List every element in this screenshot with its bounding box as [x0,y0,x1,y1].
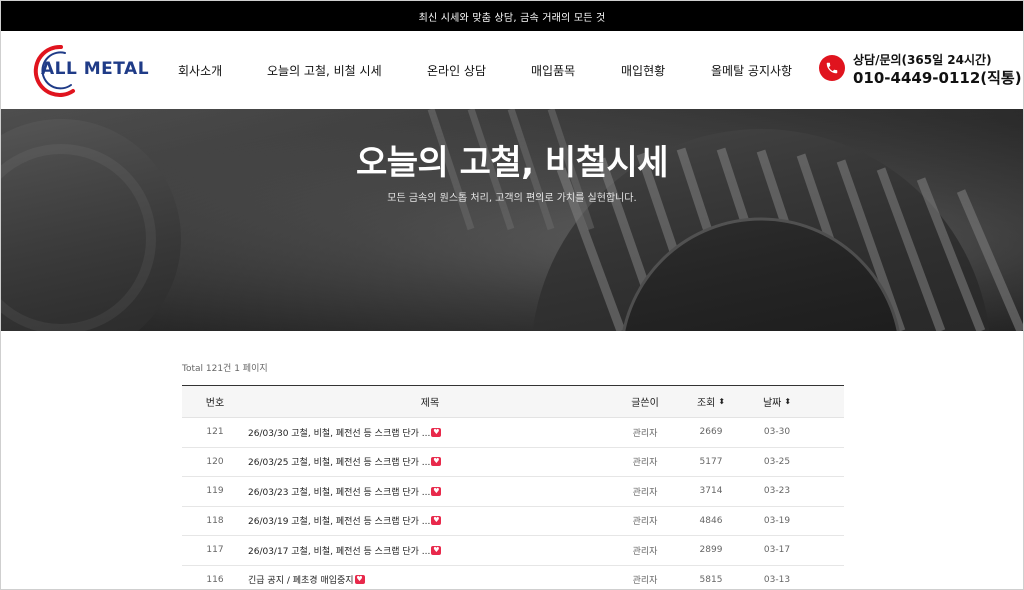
header-author: 글쓴이 [631,398,659,409]
row-date: 03-23 [763,486,791,497]
top-announcement-bar: 최신 시세와 맞춤 상담, 금속 거래의 모든 것 [1,1,1023,31]
row-no: 119 [206,486,224,497]
row-views: 5815 [699,574,723,585]
nav-item-prices[interactable]: 오늘의 고철, 비철 시세 [267,62,382,79]
table-row[interactable]: 116 긴급 공지 / 폐초경 매입중지 ♥ 관리자 5815 03-13 [182,566,844,590]
row-no: 118 [206,515,224,526]
header-date-sort[interactable]: 날짜 ⬍ [744,386,810,417]
row-author: 관리자 [632,517,658,528]
row-title[interactable]: 26/03/25 고철, 비철, 폐전선 등 스크랩 단가 ... [248,455,430,468]
row-date: 03-25 [763,456,791,467]
nav-item-about[interactable]: 회사소개 [178,62,222,79]
row-title[interactable]: 26/03/17 고철, 비철, 폐전선 등 스크랩 단가 ... [248,544,430,557]
nav-item-online-consult[interactable]: 온라인 상담 [427,62,486,79]
table-row[interactable]: 120 26/03/25 고철, 비철, 폐전선 등 스크랩 단가 ... ♥ … [182,448,844,477]
row-views: 2669 [699,427,723,438]
row-no: 121 [206,427,224,438]
table-row[interactable]: 117 26/03/17 고철, 비철, 폐전선 등 스크랩 단가 ... ♥ … [182,536,844,566]
nav-item-notices[interactable]: 올메탈 공지사항 [711,62,792,79]
row-views: 2899 [699,545,723,556]
hero-banner: 오늘의 고철, 비철시세 모든 금속의 원스톱 처리, 고객의 편의로 가치를 … [1,109,1023,331]
header-no: 번호 [205,398,225,409]
row-title[interactable]: 26/03/23 고철, 비철, 폐전선 등 스크랩 단가 ... [248,485,430,498]
row-views: 5177 [699,456,723,467]
row-author: 관리자 [632,546,658,557]
row-author: 관리자 [632,576,658,587]
price-board: Total 121건 1 페이지 번호 제목 글쓴이 조회 ⬍ 날짜 ⬍ 121… [182,361,844,586]
total-count: Total 121건 1 페이지 [182,364,268,374]
header-views-sort[interactable]: 조회 ⬍ [678,386,744,417]
heart-icon: ♥ [431,545,442,555]
sort-icon: ⬍ [784,396,792,406]
announcement-text: 최신 시세와 맞춤 상담, 금속 거래의 모든 것 [418,12,606,24]
row-title[interactable]: 긴급 공지 / 폐초경 매입중지 [248,573,354,586]
logo-text: ALL METAL [41,59,150,79]
heart-icon: ♥ [431,516,442,526]
row-views: 4846 [699,515,723,526]
row-title-link[interactable]: 26/03/30 고철, 비철, 폐전선 등 스크랩 단가 ... ♥ [248,418,612,447]
site-logo[interactable]: ALL METAL [21,41,153,99]
hero-subtitle: 모든 금속의 원스톱 처리, 고객의 편의로 가치를 실현합니다. [387,193,637,204]
table-header: 번호 제목 글쓴이 조회 ⬍ 날짜 ⬍ [182,386,844,418]
heart-icon: ♥ [431,427,442,437]
table-row[interactable]: 118 26/03/19 고철, 비철, 폐전선 등 스크랩 단가 ... ♥ … [182,507,844,536]
row-author: 관리자 [632,487,658,498]
heart-icon: ♥ [431,486,442,496]
contact-phone-number[interactable]: 010-4449-0112(직통) [853,67,1022,88]
row-title-link[interactable]: 긴급 공지 / 폐초경 매입중지 ♥ [248,566,612,590]
row-date: 03-13 [763,574,791,585]
header-title: 제목 [420,398,440,409]
hero-title: 오늘의 고철, 비철시세 [355,143,669,183]
site-header: ALL METAL 회사소개 오늘의 고철, 비철 시세 온라인 상담 매입품목… [1,31,1023,109]
header-date-label: 날짜 [762,398,782,409]
row-title[interactable]: 26/03/19 고철, 비철, 폐전선 등 스크랩 단가 ... [248,514,430,527]
row-author: 관리자 [632,428,658,439]
contact-box[interactable]: 상담/문의(365일 24시간) 010-4449-0112(직통) [819,49,1022,93]
row-title[interactable]: 26/03/30 고철, 비철, 폐전선 등 스크랩 단가 ... [248,426,430,439]
row-no: 117 [206,545,224,556]
row-title-link[interactable]: 26/03/19 고철, 비철, 폐전선 등 스크랩 단가 ... ♥ [248,507,612,536]
row-date: 03-17 [763,545,791,556]
row-no: 116 [206,574,224,585]
row-views: 3714 [699,486,723,497]
row-title-link[interactable]: 26/03/17 고철, 비철, 폐전선 등 스크랩 단가 ... ♥ [248,536,612,565]
row-title-link[interactable]: 26/03/23 고철, 비철, 폐전선 등 스크랩 단가 ... ♥ [248,477,612,506]
heart-icon: ♥ [354,575,365,585]
contact-label: 상담/문의(365일 24시간) [853,53,992,67]
row-author: 관리자 [632,458,658,469]
row-date: 03-19 [763,515,791,526]
board-table: 번호 제목 글쓴이 조회 ⬍ 날짜 ⬍ 121 26/03/30 고철, 비철,… [182,385,844,590]
table-row[interactable]: 119 26/03/23 고철, 비철, 폐전선 등 스크랩 단가 ... ♥ … [182,477,844,507]
heart-icon: ♥ [431,457,442,467]
table-row[interactable]: 121 26/03/30 고철, 비철, 폐전선 등 스크랩 단가 ... ♥ … [182,418,844,448]
phone-icon [819,55,845,81]
row-title-link[interactable]: 26/03/25 고철, 비철, 폐전선 등 스크랩 단가 ... ♥ [248,448,612,477]
row-no: 120 [206,456,224,467]
nav-item-purchase-status[interactable]: 매입현황 [621,62,665,79]
sort-icon: ⬍ [718,396,726,406]
row-date: 03-30 [763,427,791,438]
header-views-label: 조회 [696,398,716,409]
nav-item-purchase-items[interactable]: 매입품목 [531,62,575,79]
